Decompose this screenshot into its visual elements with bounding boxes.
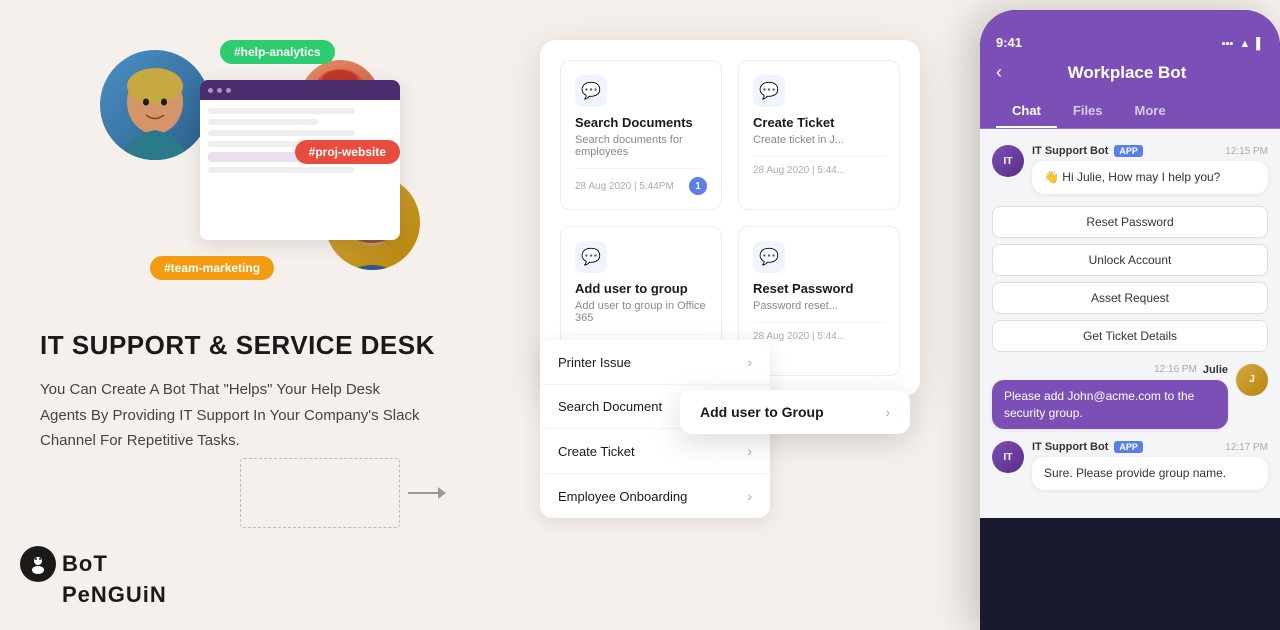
card-create-ticket[interactable]: 💬 Create Ticket Create ticket in J... 28… [738,60,900,210]
tab-files[interactable]: Files [1057,95,1119,128]
logo-bot-text: BoT [62,551,108,577]
hero-image: #help-analytics #proj-website #team-mark… [40,30,460,310]
menu-item-onboarding[interactable]: Employee Onboarding › [540,474,770,518]
logo-icon [20,546,56,582]
card-search-documents[interactable]: 💬 Search Documents Search documents for … [560,60,722,210]
action-btn-asset-request[interactable]: Asset Request [992,282,1268,314]
chat-sender-bot: IT Support Bot [1032,145,1108,157]
add-group-label: Add user to Group [700,404,824,420]
card-badge-1: 1 [689,177,707,195]
card-date-4: 28 Aug 2020 | 5:44... [753,331,845,342]
battery-icon: ▌ [1256,38,1264,50]
card-title-2: Create Ticket [753,115,885,130]
chat-message-bot-1: IT IT Support Bot APP 12:15 PM 👋 Hi Juli… [992,145,1268,194]
phone-tabs: Chat Files More [980,95,1280,129]
chat-message-user-1: J Julie 12:16 PM Please add John@acme.co… [992,364,1268,430]
card-icon-chat-4: 💬 [753,241,785,273]
page-description: You Can Create A Bot That "Helps" Your H… [40,377,420,454]
chevron-right-icon-2: › [747,443,752,459]
phone-chat-body: IT IT Support Bot APP 12:15 PM 👋 Hi Juli… [980,129,1280,518]
chat-time-1: 12:15 PM [1225,146,1268,157]
card-date-2: 28 Aug 2020 | 5:44... [753,165,845,176]
tag-team-marketing: #team-marketing [150,256,274,280]
chat-bubble-bot-2: Sure. Please provide group name. [1032,457,1268,490]
chevron-right-overlay-icon: › [885,404,890,420]
logo: BoT PeNGUiN [20,546,167,608]
wifi-icon: ▲ [1239,38,1250,50]
tag-help-analytics: #help-analytics [220,40,335,64]
tab-more[interactable]: More [1119,95,1182,128]
card-subtitle-2: Create ticket in J... [753,134,885,146]
card-icon-chat-2: 💬 [753,75,785,107]
phone-title: Workplace Bot [1014,63,1240,83]
chat-bubble-user: Please add John@acme.com to the security… [992,380,1228,430]
app-badge-2: APP [1114,441,1143,453]
action-btn-reset-password[interactable]: Reset Password [992,206,1268,238]
action-btn-get-ticket-details[interactable]: Get Ticket Details [992,320,1268,352]
menu-label-search: Search Document [558,399,662,414]
phone-status-bar: 9:41 ▪▪▪ ▲ ▌ [980,10,1280,54]
card-subtitle-3: Add user to group in Office 365 [575,300,707,324]
chat-bubble-1: 👋 Hi Julie, How may I help you? [1032,161,1268,194]
signal-icon: ▪▪▪ [1222,38,1234,50]
phone-mockup: 9:41 ▪▪▪ ▲ ▌ ‹ Workplace Bot Chat Files … [980,10,1280,630]
card-title-3: Add user to group [575,281,707,296]
chat-time-bot-2: 12:17 PM [1225,442,1268,453]
right-section: 💬 Search Documents Search documents for … [500,0,1280,628]
phone-time: 9:41 [996,35,1022,50]
action-buttons: Reset Password Unlock Account Asset Requ… [992,206,1268,352]
chat-time-user: 12:16 PM [1154,364,1197,375]
avatar-woman [100,50,210,160]
add-group-overlay[interactable]: Add user to Group › [680,390,910,434]
menu-label-onboarding: Employee Onboarding [558,489,687,504]
arrow-indicator [240,458,446,528]
app-badge: APP [1114,145,1143,157]
card-title-4: Reset Password [753,281,885,296]
menu-label-create-ticket: Create Ticket [558,444,635,459]
menu-item-create-ticket[interactable]: Create Ticket › [540,429,770,474]
chat-sender-user: Julie [1203,364,1228,376]
card-icon-chat: 💬 [575,75,607,107]
card-subtitle-4: Password reset... [753,300,885,312]
card-icon-chat-3: 💬 [575,241,607,273]
logo-penguin-text: PeNGUiN [62,582,167,608]
chevron-right-icon-3: › [747,488,752,504]
left-section: #help-analytics #proj-website #team-mark… [0,0,500,628]
page-title: IT SUPPORT & SERVICE DESK [40,330,460,361]
phone-header: ‹ Workplace Bot [980,54,1280,95]
tag-proj-website: #proj-website [295,140,400,164]
tab-chat[interactable]: Chat [996,95,1057,128]
bot-avatar-2: IT [992,441,1024,473]
menu-label-printer: Printer Issue [558,355,631,370]
user-avatar: J [1236,364,1268,396]
bot-avatar: IT [992,145,1024,177]
card-subtitle-1: Search documents for employees [575,134,707,158]
chevron-right-icon: › [747,354,752,370]
back-button[interactable]: ‹ [996,62,1002,83]
chat-sender-bot-2: IT Support Bot [1032,441,1108,453]
action-btn-unlock-account[interactable]: Unlock Account [992,244,1268,276]
chat-message-bot-2: IT IT Support Bot APP 12:17 PM Sure. Ple… [992,441,1268,490]
menu-item-printer[interactable]: Printer Issue › [540,340,770,385]
card-date-1: 28 Aug 2020 | 5:44PM [575,181,674,192]
card-title-1: Search Documents [575,115,707,130]
phone-status-icons: ▪▪▪ ▲ ▌ [1222,38,1264,50]
